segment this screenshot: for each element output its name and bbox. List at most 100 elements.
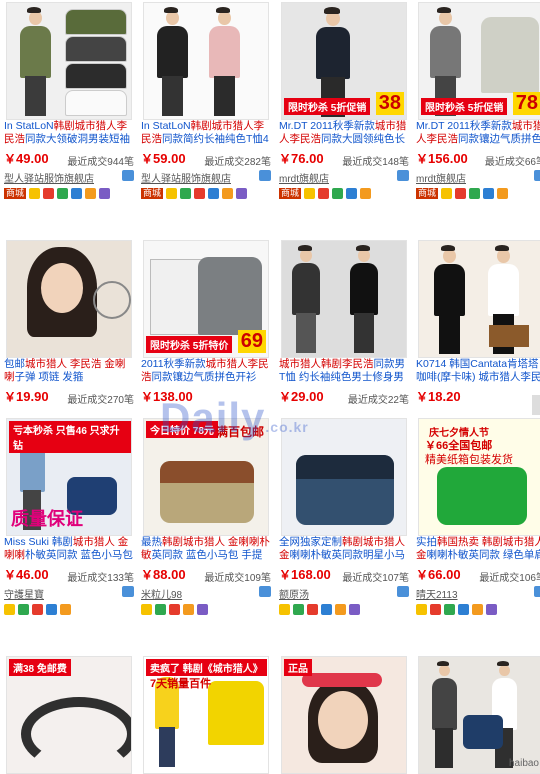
service-v-icon[interactable] xyxy=(486,604,497,615)
mall-badge-icon[interactable]: 商城 xyxy=(4,188,27,199)
chat-icon[interactable] xyxy=(534,586,540,597)
chat-icon[interactable] xyxy=(259,170,271,181)
service-y-icon[interactable] xyxy=(441,188,453,199)
service-g-icon[interactable] xyxy=(332,188,344,199)
shop-link[interactable]: 米粒儿98 xyxy=(141,590,182,601)
service-v-icon[interactable] xyxy=(236,188,248,199)
service-y-icon[interactable] xyxy=(29,188,41,199)
product-image[interactable]: 亏本秒杀 只售46 只求升钻 质量保证 xyxy=(6,418,132,536)
service-o-icon[interactable] xyxy=(497,188,509,199)
product-title[interactable]: 全网独家定制韩剧城市猎人 金喇喇朴敏英同款明星小马包 61559 xyxy=(279,536,409,562)
service-b-icon[interactable] xyxy=(458,604,469,615)
chat-icon[interactable] xyxy=(397,170,409,181)
service-r-icon[interactable] xyxy=(169,604,180,615)
product-title[interactable]: 2011秋季新款城市猎人李民浩同款镶边气质拼色开衫 xyxy=(141,358,271,384)
shop-link[interactable]: 型人驿站服饰旗舰店 xyxy=(141,174,231,185)
mall-badge-icon[interactable]: 商城 xyxy=(279,188,302,199)
product-title[interactable]: In StatLoN韩剧城市猎人李民浩同款简约长袖纯色T恤4色入XR- xyxy=(141,120,271,146)
shop-link[interactable]: mrdt旗舰店 xyxy=(279,174,329,185)
service-o-icon[interactable] xyxy=(360,188,372,199)
product-image[interactable]: 满38 免邮费 xyxy=(6,656,132,774)
service-v-icon[interactable] xyxy=(99,188,111,199)
product-title[interactable]: 最热韩剧城市猎人 金喇喇朴敏英同款 蓝色小马包 手提单肩女 xyxy=(141,536,271,562)
service-b-icon[interactable] xyxy=(483,188,495,199)
service-y-icon[interactable] xyxy=(279,604,290,615)
service-o-icon[interactable] xyxy=(85,188,97,199)
product-title[interactable]: In StatLoN韩剧城市猎人李民浩同款大领破洞男装短袖T恤XR-9 xyxy=(4,120,134,146)
service-y-icon[interactable] xyxy=(304,188,316,199)
product-image[interactable]: 正品 xyxy=(281,656,407,774)
chat-icon[interactable] xyxy=(122,170,134,181)
service-o-icon[interactable] xyxy=(183,604,194,615)
product-image[interactable] xyxy=(6,240,132,358)
service-r-icon[interactable] xyxy=(307,604,318,615)
shop-link[interactable]: 额原汤 xyxy=(279,590,309,601)
service-y-icon[interactable] xyxy=(141,604,152,615)
shop-link[interactable]: 晴天2113 xyxy=(416,590,458,601)
product-image[interactable] xyxy=(6,2,132,120)
service-y-icon[interactable] xyxy=(166,188,178,199)
service-b-icon[interactable] xyxy=(346,188,358,199)
product-image[interactable] xyxy=(418,240,540,358)
service-v-icon[interactable] xyxy=(197,604,208,615)
service-g-icon[interactable] xyxy=(469,188,481,199)
service-y-icon[interactable] xyxy=(416,604,427,615)
service-g-icon[interactable] xyxy=(293,604,304,615)
scrollbar[interactable] xyxy=(532,395,540,415)
service-g-icon[interactable] xyxy=(155,604,166,615)
service-r-icon[interactable] xyxy=(455,188,467,199)
product-title[interactable]: 包邮城市猎人 李民浩 金喇喇子弹 项链 发箍 xyxy=(4,358,134,384)
person-hair xyxy=(356,245,370,252)
price-value: 66.00 xyxy=(428,567,461,582)
product-image[interactable]: 卖疯了 韩剧《城市猎人》 7天销量百件 xyxy=(143,656,269,774)
person-pants xyxy=(213,75,236,116)
headband xyxy=(21,697,131,771)
chat-icon[interactable] xyxy=(534,170,540,181)
product-image[interactable]: 限时秒杀 5折促销 38 xyxy=(281,2,407,120)
product-title[interactable]: 实拍韩国热卖 韩剧城市猎人 金喇喇朴敏英同款 绿色单肩包女 xyxy=(416,536,540,562)
service-o-icon[interactable] xyxy=(472,604,483,615)
service-r-icon[interactable] xyxy=(43,188,55,199)
service-r-icon[interactable] xyxy=(318,188,330,199)
service-o-icon[interactable] xyxy=(60,604,71,615)
product-title[interactable]: 城市猎人韩剧李民浩同款男T恤 约长袖纯色男士修身男长袖T恤 xyxy=(279,358,409,384)
service-b-icon[interactable] xyxy=(46,604,57,615)
person-pants xyxy=(161,75,184,116)
product-title[interactable]: Mr.DT 2011秋季新款城市猎人李民浩同款镶边气质拼色开衫 xyxy=(416,120,540,146)
service-g-icon[interactable] xyxy=(57,188,69,199)
shop-link[interactable]: 型人驿站服饰旗舰店 xyxy=(4,174,94,185)
currency-symbol: ￥ xyxy=(4,390,17,404)
price-value: 88.00 xyxy=(153,567,186,582)
chat-icon[interactable] xyxy=(397,586,409,597)
mall-badge-icon[interactable]: 商城 xyxy=(141,188,164,199)
product-image[interactable]: 限时秒杀 5折促销 78 xyxy=(418,2,540,120)
service-g-icon[interactable] xyxy=(18,604,29,615)
service-o-icon[interactable] xyxy=(222,188,234,199)
service-g-icon[interactable] xyxy=(180,188,192,199)
mall-badge-icon[interactable]: 商城 xyxy=(416,188,439,199)
service-g-icon[interactable] xyxy=(444,604,455,615)
person-shirt xyxy=(430,25,461,78)
service-o-icon[interactable] xyxy=(335,604,346,615)
service-b-icon[interactable] xyxy=(321,604,332,615)
chat-icon[interactable] xyxy=(122,586,134,597)
service-r-icon[interactable] xyxy=(194,188,206,199)
product-image[interactable] xyxy=(281,240,407,358)
product-image[interactable] xyxy=(143,2,269,120)
product-title[interactable]: Mr.DT 2011秋季新款城市猎人李民浩同款大圆领纯色长袖T恤 xyxy=(279,120,409,146)
product-image[interactable]: 庆七夕情人节 ￥66全国包邮 精美纸箱包装发货 xyxy=(418,418,540,536)
service-b-icon[interactable] xyxy=(71,188,83,199)
service-r-icon[interactable] xyxy=(32,604,43,615)
shop-link[interactable]: 守護星寶 xyxy=(4,590,44,601)
chat-icon[interactable] xyxy=(259,586,271,597)
product-title[interactable]: Miss Suki 韩剧城市猎人 金喇喇朴敏英同款 蓝色小马包 xyxy=(4,536,134,562)
person-shirt xyxy=(157,25,188,78)
service-y-icon[interactable] xyxy=(4,604,15,615)
product-image[interactable]: 限时秒杀 5折特价 69 xyxy=(143,240,269,358)
product-image[interactable]: haibao xyxy=(418,656,540,774)
product-title[interactable]: K0714 韩国Cantata肯塔塔咖啡(摩卡味) 城市猎人李民浩代言 xyxy=(416,358,540,384)
shop-link[interactable]: mrdt旗舰店 xyxy=(416,174,466,185)
service-v-icon[interactable] xyxy=(349,604,360,615)
service-b-icon[interactable] xyxy=(208,188,220,199)
service-r-icon[interactable] xyxy=(430,604,441,615)
